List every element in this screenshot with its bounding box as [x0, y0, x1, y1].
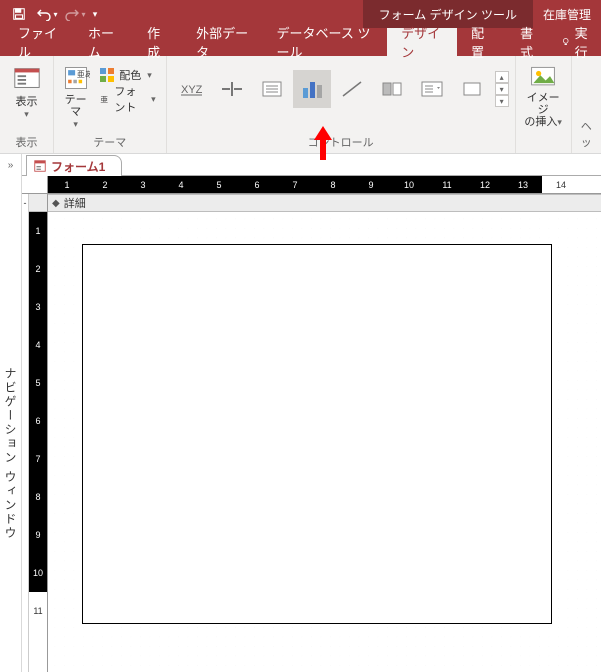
nav-pane-collapsed[interactable]: » ナビゲーション ウィンドウ [0, 154, 22, 672]
tab-home[interactable]: ホーム [74, 28, 133, 56]
form-rectangle[interactable] [82, 244, 552, 624]
fonts-button[interactable]: 亜 フォント▾ [95, 88, 159, 110]
group-views-label: 表示 [6, 132, 47, 153]
horizontal-ruler[interactable]: 1234567891011121314 [48, 176, 601, 194]
group-header-truncated: ヘッ [572, 56, 601, 153]
chevron-right-icon: » [8, 154, 14, 177]
context-tab-label: フォーム デザイン ツール [363, 0, 533, 28]
listbox-icon [420, 79, 444, 99]
gallery-scroll[interactable]: ▴ ▾ ▾ [495, 71, 509, 107]
tab-arrange[interactable]: 配置 [457, 28, 506, 56]
tab-design[interactable]: デザイン [387, 28, 457, 56]
redo-button[interactable]: ▾ [62, 2, 88, 26]
tab-format[interactable]: 書式 [506, 28, 555, 56]
group-image: イメージの挿入▾ ヘッ [516, 56, 572, 153]
colors-icon [99, 67, 115, 83]
control-listbox[interactable] [413, 70, 451, 108]
control-line[interactable] [333, 70, 371, 108]
rectangle-icon [460, 79, 484, 99]
control-rectangle[interactable] [453, 70, 491, 108]
tab-tell-me[interactable]: 実行 [555, 28, 601, 56]
section-marker-icon: ◆ [52, 198, 60, 209]
line-icon [340, 79, 364, 99]
nav-pane-label: ナビゲーション ウィンドウ [2, 367, 19, 540]
ribbon: 表示▾ 表示 亜あ テーマ▾ 配色▾ 亜 フォント▾ テーマ [0, 56, 601, 154]
themes-icon: 亜あ [62, 64, 90, 92]
tab-database-tools[interactable]: データベース ツール [262, 28, 387, 56]
tab-create[interactable]: 作成 [133, 28, 182, 56]
horizontal-ruler-row: 1234567891011121314 [22, 176, 601, 194]
document-area: フォーム1 1234567891011121314 - 123456789101… [22, 154, 601, 672]
tab-file[interactable]: ファイル [4, 28, 74, 56]
control-label[interactable]: XYZ [173, 70, 211, 108]
svg-text:亜: 亜 [101, 95, 109, 104]
group-themes: 亜あ テーマ▾ 配色▾ 亜 フォント▾ テーマ [54, 56, 167, 153]
button-icon [260, 79, 284, 99]
fonts-icon: 亜 [99, 91, 110, 107]
lightbulb-icon [561, 36, 570, 48]
image-icon [529, 64, 557, 90]
ruler-marker-gutter: - [22, 194, 29, 672]
design-surface[interactable]: ◆ 詳細 [48, 194, 601, 672]
label-icon: XYZ [180, 79, 204, 99]
textbox-icon [220, 79, 244, 99]
gallery-up-icon[interactable]: ▴ [495, 71, 509, 83]
ribbon-tabs: ファイル ホーム 作成 外部データ データベース ツール デザイン 配置 書式 … [0, 28, 601, 56]
gallery-down-icon[interactable]: ▾ [495, 83, 509, 95]
section-header-detail[interactable]: ◆ 詳細 [48, 194, 601, 212]
contextual-tab-header: フォーム デザイン ツール [363, 0, 533, 28]
document-tab-form1[interactable]: フォーム1 [26, 155, 122, 176]
control-textbox[interactable] [213, 70, 251, 108]
vertical-ruler-column: - 1234567891011 [22, 194, 48, 672]
themes-button[interactable]: 亜あ テーマ▾ [60, 60, 91, 130]
svg-text:亜あ: 亜あ [76, 70, 89, 79]
form-view-icon [12, 64, 42, 94]
tab-external-data[interactable]: 外部データ [182, 28, 262, 56]
views-button[interactable]: 表示▾ [6, 60, 47, 120]
form-canvas[interactable] [48, 212, 601, 672]
ruler-corner[interactable] [22, 176, 48, 194]
group-views: 表示▾ 表示 [0, 56, 54, 153]
svg-text:XYZ: XYZ [181, 84, 203, 96]
form-icon [33, 159, 47, 173]
gallery-more-icon[interactable]: ▾ [495, 95, 509, 107]
group-controls: XYZ ▴ ▾ ▾ コントロール [167, 56, 516, 153]
group-themes-label: テーマ [60, 132, 160, 153]
control-toggle[interactable] [373, 70, 411, 108]
control-button[interactable] [253, 70, 291, 108]
vertical-ruler[interactable]: 1234567891011 [29, 194, 47, 672]
control-chart[interactable] [293, 70, 331, 108]
document-tabs: フォーム1 [22, 154, 601, 176]
insert-image-button[interactable]: イメージの挿入▾ [522, 60, 565, 128]
group-controls-label: コントロール [173, 132, 509, 153]
toggle-icon [380, 79, 404, 99]
chart-icon [300, 78, 324, 100]
workspace: » ナビゲーション ウィンドウ フォーム1 123456789101112131… [0, 154, 601, 672]
